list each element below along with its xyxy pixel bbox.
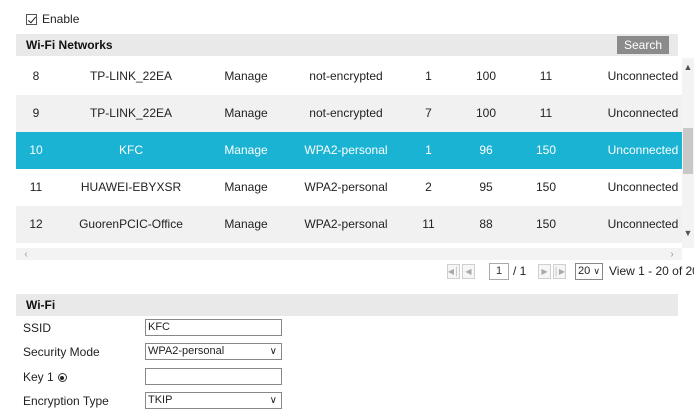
table-row[interactable]: 8 TP-LINK_22EA Manage not-encrypted 1 10… [16,58,684,95]
wifi-networks-title: Wi-Fi Networks [26,38,113,52]
scroll-up-icon[interactable]: ▲ [682,60,694,74]
row-security: not-encrypted [309,69,383,83]
row-status: Unconnected [607,217,679,231]
row-channel: 2 [425,180,432,194]
pagination: ◀│ ◀ 1 / 1 ▶ │▶ 20 ∨ View 1 - 20 of 20 [0,262,694,282]
row-signal: 100 [475,69,497,83]
manage-link[interactable]: Manage [196,132,296,169]
row-signal: 95 [479,180,493,194]
row-number: 10 [29,143,43,157]
manage-link[interactable]: Manage [196,206,296,243]
ssid-input[interactable]: KFC [145,319,282,336]
row-speed: 150 [535,180,557,194]
row-speed: 150 [535,217,557,231]
per-page-value: 20 [578,265,591,277]
security-mode-label: Security Mode [23,345,100,359]
encryption-type-value: TKIP [148,394,173,406]
row-status: Unconnected [607,180,679,194]
scroll-right-icon[interactable]: › [666,248,678,260]
row-signal: 88 [479,217,493,231]
prev-page-icon[interactable]: ◀ [462,264,475,279]
row-status: Unconnected [607,106,679,120]
row-ssid: HUAWEI-EBYXSR [80,180,182,194]
enable-row[interactable]: Enable [26,11,79,27]
row-number: 8 [32,69,40,83]
row-security: not-encrypted [309,106,383,120]
per-page-select[interactable]: 20 ∨ [575,263,603,280]
row-number: 12 [29,217,43,231]
encryption-type-select[interactable]: TKIP ∨ [145,392,282,409]
wifi-title: Wi-Fi [26,298,56,312]
row-ssid: TP-LINK_22EA [89,106,173,120]
chevron-down-icon: ∨ [269,346,277,357]
row-channel: 7 [425,106,432,120]
key-label: Key 1 [23,370,54,384]
ssid-label: SSID [23,321,52,335]
vertical-scrollbar[interactable]: ▲ ▼ [682,58,694,248]
networks-table: 8 TP-LINK_22EA Manage not-encrypted 1 10… [16,58,684,260]
row-speed: 11 [539,69,553,83]
scroll-down-icon[interactable]: ▼ [682,226,694,240]
row-ssid: KFC [119,143,143,157]
row-number: 11 [29,180,43,194]
first-page-icon[interactable]: ◀│ [447,264,460,279]
row-signal: 96 [479,143,493,157]
row-status: Unconnected [607,143,679,157]
row-channel: 1 [425,69,432,83]
row-ssid: GuorenPCIC-Office [79,217,183,231]
manage-link[interactable]: Manage [196,58,296,95]
security-mode-value: WPA2-personal [148,345,225,357]
scroll-left-icon[interactable]: ‹ [20,248,32,260]
security-mode-select[interactable]: WPA2-personal ∨ [145,343,282,360]
horizontal-scrollbar[interactable]: ‹ › [16,248,682,260]
encryption-type-label: Encryption Type [23,394,109,408]
view-range-text: View 1 - 20 of 20 [609,264,694,278]
wifi-networks-header: Wi-Fi Networks Search [16,34,678,56]
row-signal: 100 [475,106,497,120]
key-input[interactable] [145,368,282,385]
row-number: 9 [32,106,40,120]
row-security: WPA2-personal [304,143,388,157]
chevron-down-icon: ∨ [269,395,277,406]
scrollbar-thumb[interactable] [683,128,693,174]
search-button[interactable]: Search [617,36,669,54]
wifi-header: Wi-Fi [16,294,678,316]
next-page-icon[interactable]: ▶ [538,264,551,279]
row-channel: 11 [422,217,435,231]
key-radio[interactable] [57,373,67,382]
table-row[interactable]: 12 GuorenPCIC-Office Manage WPA2-persona… [16,206,684,243]
page-number-input[interactable]: 1 [489,263,509,280]
page-total: / 1 [513,264,527,278]
row-ssid: TP-LINK_22EA [89,69,173,83]
chevron-down-icon: ∨ [593,266,600,276]
last-page-icon[interactable]: │▶ [553,264,566,279]
manage-link[interactable]: Manage [196,95,296,132]
table-row[interactable]: 9 TP-LINK_22EA Manage not-encrypted 7 10… [16,95,684,132]
row-status: Unconnected [607,69,679,83]
table-row[interactable]: 11 HUAWEI-EBYXSR Manage WPA2-personal 2 … [16,169,684,206]
row-security: WPA2-personal [304,217,388,231]
table-row-selected[interactable]: 10 KFC Manage WPA2-personal 1 96 150 Unc… [16,132,684,169]
key-label-row: Key 1 [23,370,67,384]
row-speed: 150 [535,143,557,157]
enable-checkbox[interactable] [26,13,37,25]
enable-label: Enable [42,12,80,26]
row-security: WPA2-personal [304,180,388,194]
manage-link[interactable]: Manage [196,169,296,206]
row-channel: 1 [425,143,432,157]
row-speed: 11 [539,106,553,120]
